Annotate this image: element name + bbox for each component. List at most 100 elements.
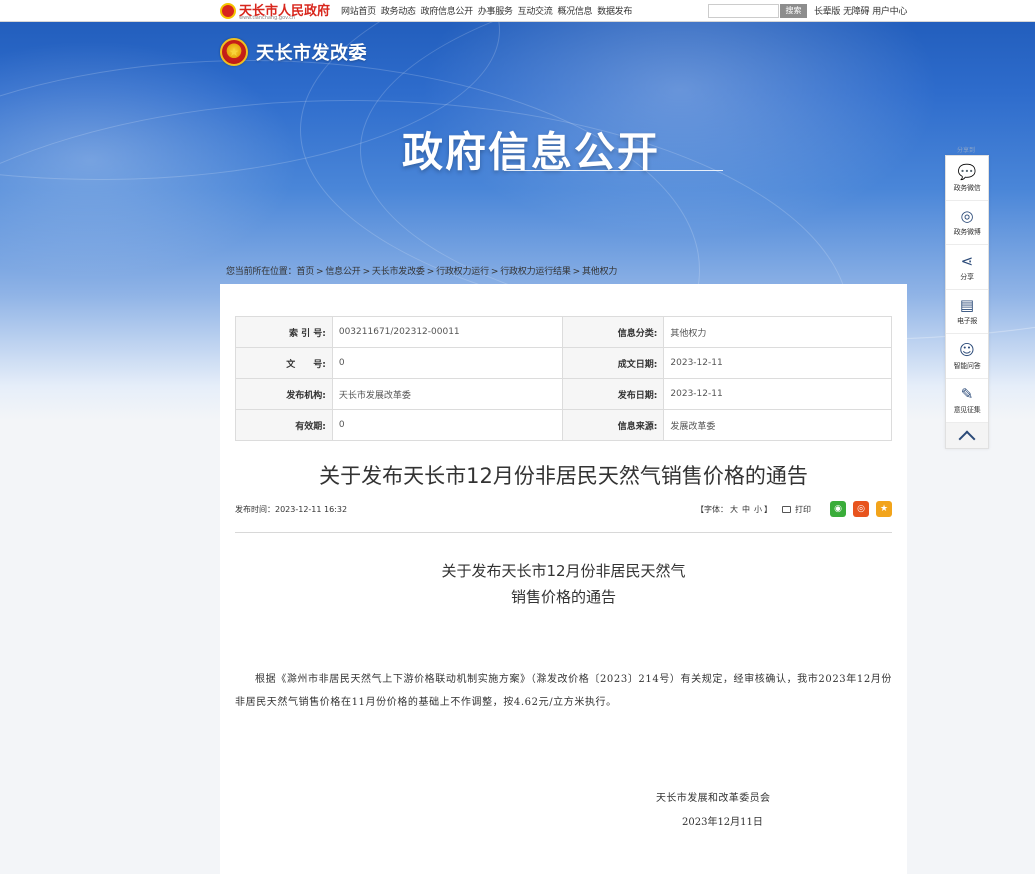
meta-label: 发布机构: xyxy=(235,378,333,410)
meta-row: 发布机构: 天长市发展改革委 发布日期: 2023-12-11 xyxy=(235,378,892,410)
share-wechat-icon[interactable]: ◉ xyxy=(830,501,846,517)
font-size-medium[interactable]: 中 xyxy=(742,505,750,514)
meta-value: 0 xyxy=(331,409,563,441)
gov-logo[interactable]: 天长市人民政府 www.tianchang.gov.cn xyxy=(220,1,330,21)
nav-overview[interactable]: 概况信息 xyxy=(557,4,592,17)
nav-info-disclosure[interactable]: 政府信息公开 xyxy=(421,4,474,17)
site-logo[interactable]: ★ 天长市发改委 xyxy=(220,38,367,66)
float-item-label: 意见征集 xyxy=(953,406,981,415)
float-item-label: 智能问答 xyxy=(953,361,981,370)
meta-value: 2023-12-11 xyxy=(663,378,892,410)
meta-value: 天长市发展改革委 xyxy=(331,378,563,410)
content-panel: 索 引 号: 003211671/202312-00011 信息分类: 其他权力… xyxy=(220,284,907,874)
breadcrumb-separator: > xyxy=(362,267,371,277)
article-sign-date: 2023年12月11日 xyxy=(682,817,763,828)
hero-title: 政府信息公开 xyxy=(402,128,660,176)
float-item-weibo[interactable]: ◎ 政务微博 xyxy=(946,201,988,245)
robot-icon: ☺ xyxy=(959,340,975,359)
float-item-share[interactable]: ⋖ 分享 xyxy=(946,245,988,290)
back-to-top-button[interactable] xyxy=(946,423,988,448)
nav-interaction[interactable]: 互动交流 xyxy=(518,4,553,17)
meta-label: 成文日期: xyxy=(561,347,665,379)
meta-row: 文 号: 0 成文日期: 2023-12-11 xyxy=(235,347,892,379)
article-subtitle-line: 关于发布天长市12月份非居民天然气 xyxy=(441,562,686,580)
float-item-newspaper[interactable]: ▤ 电子报 xyxy=(946,290,988,334)
meta-label: 文 号: xyxy=(235,347,333,379)
float-item-label: 政务微信 xyxy=(953,183,981,192)
article-body: 根据《滁州市非居民天然气上下游价格联动机制实施方案》（滁发改价格〔2023〕21… xyxy=(235,674,892,708)
float-item-label: 政务微博 xyxy=(953,228,981,237)
article-tools: 【字体：大中小】 打印 ◉ ◎ ★ xyxy=(696,500,892,518)
breadcrumb-item[interactable]: 行政权力运行 xyxy=(436,267,489,277)
article-title: 关于发布天长市12月份非居民天然气销售价格的通告 xyxy=(319,464,808,488)
breadcrumb-item[interactable]: 天长市发改委 xyxy=(372,267,425,277)
float-item-label: 电子报 xyxy=(956,317,978,326)
nav-news[interactable]: 政务动态 xyxy=(381,4,416,17)
float-item-wechat[interactable]: 💬 政务微信 xyxy=(946,156,988,201)
top-links: 长辈版 无障碍 用户中心 xyxy=(814,4,910,17)
site-title: 天长市发改委 xyxy=(256,43,367,64)
meta-label: 信息分类: xyxy=(561,316,665,348)
font-size-control: 【字体：大中小】 xyxy=(696,504,772,515)
meta-label: 发布日期: xyxy=(561,378,665,410)
divider xyxy=(235,532,892,533)
national-emblem-icon: ★ xyxy=(220,38,248,66)
meta-value: 发展改革委 xyxy=(663,409,892,441)
hero-underline xyxy=(504,170,723,171)
float-item-feedback[interactable]: ✎ 意见征集 xyxy=(946,379,988,423)
article-signer: 天长市发展和改革委员会 xyxy=(656,793,771,804)
floatbar-top-label: 分享到 xyxy=(957,147,976,154)
breadcrumb-separator: > xyxy=(572,267,581,277)
printer-icon xyxy=(782,505,791,513)
meta-value: 0 xyxy=(331,347,563,379)
search-input[interactable] xyxy=(708,4,779,18)
font-size-small[interactable]: 小 xyxy=(754,505,762,514)
meta-value: 003211671/202312-00011 xyxy=(331,316,563,348)
share-icon: ⋖ xyxy=(960,251,974,270)
breadcrumb-item-current[interactable]: 其他权力 xyxy=(582,267,617,277)
top-navigation-bar: 天长市人民政府 www.tianchang.gov.cn 网站首页 政务动态 政… xyxy=(0,0,1035,22)
wechat-icon: 💬 xyxy=(957,162,977,181)
print-label: 打印 xyxy=(795,504,811,514)
font-size-suffix: 】 xyxy=(764,504,772,514)
share-qzone-icon[interactable]: ★ xyxy=(876,501,892,517)
breadcrumb: 您当前所在位置：首页 > 信息公开 > 天长市发改委 > 行政权力运行 > 行政权力运行结果 > 其… xyxy=(226,264,617,277)
font-size-prefix: 【字体： xyxy=(696,504,728,514)
national-emblem-icon xyxy=(220,3,236,19)
meta-label: 索 引 号: xyxy=(235,316,333,348)
feedback-icon: ✎ xyxy=(960,385,974,404)
accessibility-link[interactable]: 无障碍 xyxy=(843,4,869,17)
meta-label: 有效期: xyxy=(235,409,333,441)
meta-label: 信息来源: xyxy=(561,409,665,441)
article-subtitle: 关于发布天长市12月份非居民天然气 销售价格的通告 xyxy=(220,558,907,610)
breadcrumb-item[interactable]: 信息公开 xyxy=(325,267,360,277)
breadcrumb-separator: > xyxy=(426,267,435,277)
meta-value: 2023-12-11 xyxy=(663,347,892,379)
nav-data[interactable]: 数据发布 xyxy=(597,4,632,17)
weibo-icon: ◎ xyxy=(960,207,974,226)
nav-home[interactable]: 网站首页 xyxy=(341,4,376,17)
float-item-robot[interactable]: ☺ 智能问答 xyxy=(946,334,988,379)
print-button[interactable]: 打印 xyxy=(782,504,811,515)
chevron-up-icon xyxy=(958,430,976,447)
nav-services[interactable]: 办事服务 xyxy=(478,4,513,17)
breadcrumb-prefix: 您当前所在位置： xyxy=(226,267,297,277)
elder-mode-link[interactable]: 长辈版 xyxy=(814,4,840,17)
breadcrumb-separator: > xyxy=(490,267,499,277)
publish-time: 发布时间：2023-12-11 16:32 xyxy=(235,505,348,514)
newspaper-icon: ▤ xyxy=(959,296,975,315)
breadcrumb-item[interactable]: 首页 xyxy=(296,267,314,277)
font-size-large[interactable]: 大 xyxy=(730,505,738,514)
gov-logo-domain: www.tianchang.gov.cn xyxy=(239,15,296,21)
breadcrumb-item[interactable]: 行政权力运行结果 xyxy=(500,267,571,277)
article-subtitle-line: 销售价格的通告 xyxy=(510,588,616,606)
meta-row: 索 引 号: 003211671/202312-00011 信息分类: 其他权力 xyxy=(235,316,892,348)
top-nav: 网站首页 政务动态 政府信息公开 办事服务 互动交流 概况信息 数据发布 xyxy=(341,4,637,17)
share-weibo-icon[interactable]: ◎ xyxy=(853,501,869,517)
breadcrumb-separator: > xyxy=(316,267,324,277)
float-item-label: 分享 xyxy=(960,272,974,281)
search-button[interactable]: 搜索 xyxy=(780,4,807,18)
document-meta-table: 索 引 号: 003211671/202312-00011 信息分类: 其他权力… xyxy=(235,316,892,441)
meta-row: 有效期: 0 信息来源: 发展改革委 xyxy=(235,409,892,441)
user-center-link[interactable]: 用户中心 xyxy=(872,4,907,17)
